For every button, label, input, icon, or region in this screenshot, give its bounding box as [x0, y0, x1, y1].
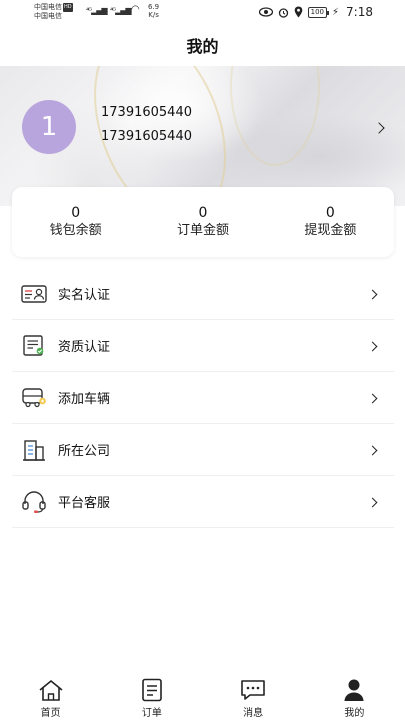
- user-phone-secondary: 17391605440: [101, 129, 192, 144]
- stat-value: 0: [71, 205, 81, 221]
- menu-label: 添加车辆: [58, 392, 111, 407]
- building-icon: [21, 437, 47, 463]
- carrier-name-1: 中国电信: [34, 3, 62, 11]
- nav-label: 订单: [141, 708, 162, 719]
- nav-label: 消息: [243, 708, 264, 719]
- signal-icon: ⁴ᴳ▂▄▆: [86, 6, 108, 15]
- home-icon: [38, 678, 64, 702]
- location-icon: [294, 6, 302, 18]
- menu-list: 实名认证 资质认证 添加车辆 所在公司 平台客服: [12, 268, 394, 528]
- order-icon: [139, 678, 165, 702]
- user-phone-primary: 17391605440: [101, 105, 192, 120]
- bus-icon: [21, 385, 47, 411]
- menu-label: 资质认证: [58, 340, 111, 355]
- chevron-right-icon: [367, 289, 378, 300]
- signal-icon-2: ⁴ᴳ▂▄▆: [110, 6, 132, 15]
- stat-label: 订单金额: [176, 223, 229, 238]
- menu-label: 所在公司: [58, 444, 111, 459]
- charging-icon: ⚡: [332, 6, 340, 18]
- net-speed: 6.9 K/s: [148, 3, 160, 19]
- profile-icon: [341, 678, 367, 702]
- nav-label: 首页: [40, 708, 61, 719]
- menu-item-qualification-auth[interactable]: 资质认证: [12, 320, 394, 372]
- menu-item-customer-service[interactable]: 平台客服: [12, 476, 394, 528]
- chevron-right-icon[interactable]: [373, 122, 385, 134]
- tab-home[interactable]: 首页: [0, 672, 101, 720]
- clock: 7:18: [346, 5, 373, 19]
- certificate-icon: [21, 333, 47, 359]
- chevron-right-icon: [367, 497, 378, 508]
- carrier-name-2: 中国电信: [34, 12, 62, 20]
- avatar[interactable]: 1: [22, 100, 76, 154]
- wifi-icon: ◠: [131, 4, 140, 15]
- stat-order-amount[interactable]: 0 订单金额: [139, 187, 266, 257]
- banner-decoration-2: [230, 66, 320, 166]
- menu-item-company[interactable]: 所在公司: [12, 424, 394, 476]
- stat-value: 0: [198, 205, 208, 221]
- eye-icon: [258, 7, 273, 17]
- message-icon: [240, 678, 266, 702]
- stat-wallet-balance[interactable]: 0 钱包余额: [12, 187, 139, 257]
- carrier-info: 中国电信 HD 中国电信: [34, 3, 73, 21]
- status-bar: 中国电信 HD 中国电信 ⁴ᴳ▂▄▆ ⁴ᴳ▂▄▆ ◠ 6.9 K/s 100 ⚡ …: [0, 0, 405, 24]
- id-card-icon: [21, 281, 47, 307]
- chevron-right-icon: [367, 341, 378, 352]
- headset-icon: [21, 489, 47, 515]
- tab-messages[interactable]: 消息: [203, 672, 304, 720]
- hd-badge: HD: [63, 3, 73, 12]
- tab-profile[interactable]: 我的: [304, 672, 405, 720]
- battery-icon: 100: [307, 6, 330, 18]
- chevron-right-icon: [367, 393, 378, 404]
- menu-item-real-name-auth[interactable]: 实名认证: [12, 268, 394, 320]
- nav-label: 我的: [344, 708, 365, 719]
- menu-label: 实名认证: [58, 288, 111, 303]
- stats-card: 0 钱包余额 0 订单金额 0 提现金额: [12, 187, 394, 257]
- menu-label: 平台客服: [58, 496, 111, 511]
- stat-label: 钱包余额: [49, 223, 102, 238]
- status-icons: 100 ⚡ 7:18: [258, 5, 373, 19]
- profile-banner[interactable]: 1 17391605440 17391605440: [0, 66, 405, 206]
- stat-value: 0: [325, 205, 335, 221]
- stat-withdraw-amount[interactable]: 0 提现金额: [267, 187, 394, 257]
- alarm-icon: [278, 7, 288, 18]
- chevron-right-icon: [367, 445, 378, 456]
- page-title: 我的: [186, 37, 219, 56]
- stat-label: 提现金额: [304, 223, 357, 238]
- menu-item-add-vehicle[interactable]: 添加车辆: [12, 372, 394, 424]
- bottom-nav: 首页 订单 消息 我的: [0, 672, 405, 720]
- tab-orders[interactable]: 订单: [101, 672, 202, 720]
- app-header: 我的: [0, 24, 405, 66]
